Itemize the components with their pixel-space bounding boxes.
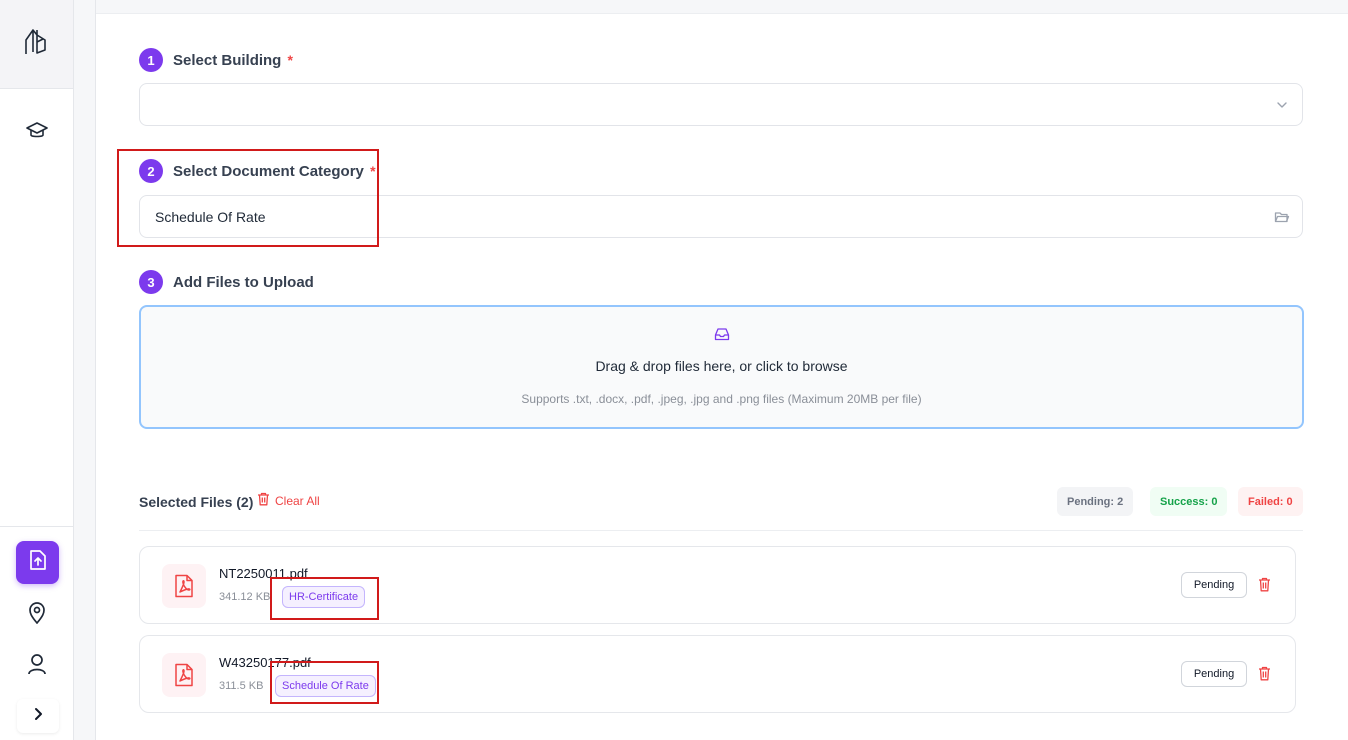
file-list-item: NT2250011.pdf 341.12 KB HR-Certificate P… <box>139 546 1296 624</box>
sidebar-item-training[interactable] <box>0 121 73 146</box>
graduation-cap-icon <box>25 121 48 146</box>
sidebar-item-upload[interactable] <box>16 541 59 584</box>
dropzone-title: Drag & drop files here, or click to brow… <box>595 358 848 374</box>
sidebar-item-profile[interactable] <box>0 653 73 680</box>
chevron-down-icon <box>1274 97 1290 116</box>
dropzone-subtitle: Supports .txt, .docx, .pdf, .jpeg, .jpg … <box>521 392 922 406</box>
step-select-category: 2 Select Document Category * <box>139 159 376 183</box>
step-number: 2 <box>139 159 163 183</box>
inbox-icon <box>141 327 1302 341</box>
panel-top-strip <box>96 0 1348 14</box>
success-count-badge: Success: 0 <box>1150 487 1228 516</box>
trash-icon[interactable] <box>1258 577 1271 597</box>
location-pin-icon <box>27 602 47 629</box>
user-icon <box>27 653 47 680</box>
category-select[interactable]: Schedule Of Rate <box>139 195 1303 238</box>
chevron-right-icon <box>32 707 44 726</box>
app-logo-icon <box>23 26 51 63</box>
required-asterisk: * <box>370 162 376 179</box>
file-list-item: W43250177.pdf 311.5 KB Schedule Of Rate … <box>139 635 1296 713</box>
file-size: 341.12 KB <box>219 591 271 603</box>
sidebar-expand-button[interactable] <box>17 699 59 733</box>
step-title-text: Select Building <box>173 51 282 69</box>
step-title: Select Document Category * <box>173 163 376 180</box>
file-name: W43250177.pdf <box>219 655 311 670</box>
file-name: NT2250011.pdf <box>219 566 308 581</box>
file-category-tag: Schedule Of Rate <box>275 675 376 697</box>
file-dropzone[interactable]: Drag & drop files here, or click to brow… <box>139 305 1304 429</box>
pdf-file-icon <box>162 564 206 608</box>
step-title-text: Select Document Category <box>173 162 364 180</box>
selected-files-header: Selected Files (2) Clear All Pending: 2 … <box>139 487 1303 531</box>
pdf-file-icon <box>162 653 206 697</box>
sidebar-divider <box>0 526 73 527</box>
failed-count-badge: Failed: 0 <box>1238 487 1303 516</box>
file-status-badge: Pending <box>1181 572 1247 598</box>
building-select[interactable] <box>139 83 1303 126</box>
trash-icon <box>257 492 270 509</box>
clear-all-button[interactable]: Clear All <box>257 492 320 509</box>
required-asterisk: * <box>287 51 293 68</box>
content-gutter <box>74 0 95 740</box>
step-title: Select Building * <box>173 52 293 69</box>
selected-files-title: Selected Files (2) <box>139 494 254 510</box>
step-add-files: 3 Add Files to Upload <box>139 270 314 294</box>
folder-icon <box>1274 209 1290 228</box>
pending-count-badge: Pending: 2 <box>1057 487 1134 516</box>
sidebar-item-locations[interactable] <box>0 602 73 629</box>
category-select-value: Schedule Of Rate <box>155 208 266 225</box>
file-status-badge: Pending <box>1181 661 1247 687</box>
step-title: Add Files to Upload <box>173 273 314 291</box>
sidebar <box>0 0 74 740</box>
trash-icon[interactable] <box>1258 666 1271 686</box>
step-number: 1 <box>139 48 163 72</box>
step-select-building: 1 Select Building * <box>139 48 293 72</box>
app-logo[interactable] <box>0 0 73 89</box>
file-size: 311.5 KB <box>219 680 264 692</box>
upload-file-icon <box>28 549 48 576</box>
step-number: 3 <box>139 270 163 294</box>
clear-all-label: Clear All <box>275 493 320 508</box>
file-category-tag: HR-Certificate <box>282 586 366 608</box>
